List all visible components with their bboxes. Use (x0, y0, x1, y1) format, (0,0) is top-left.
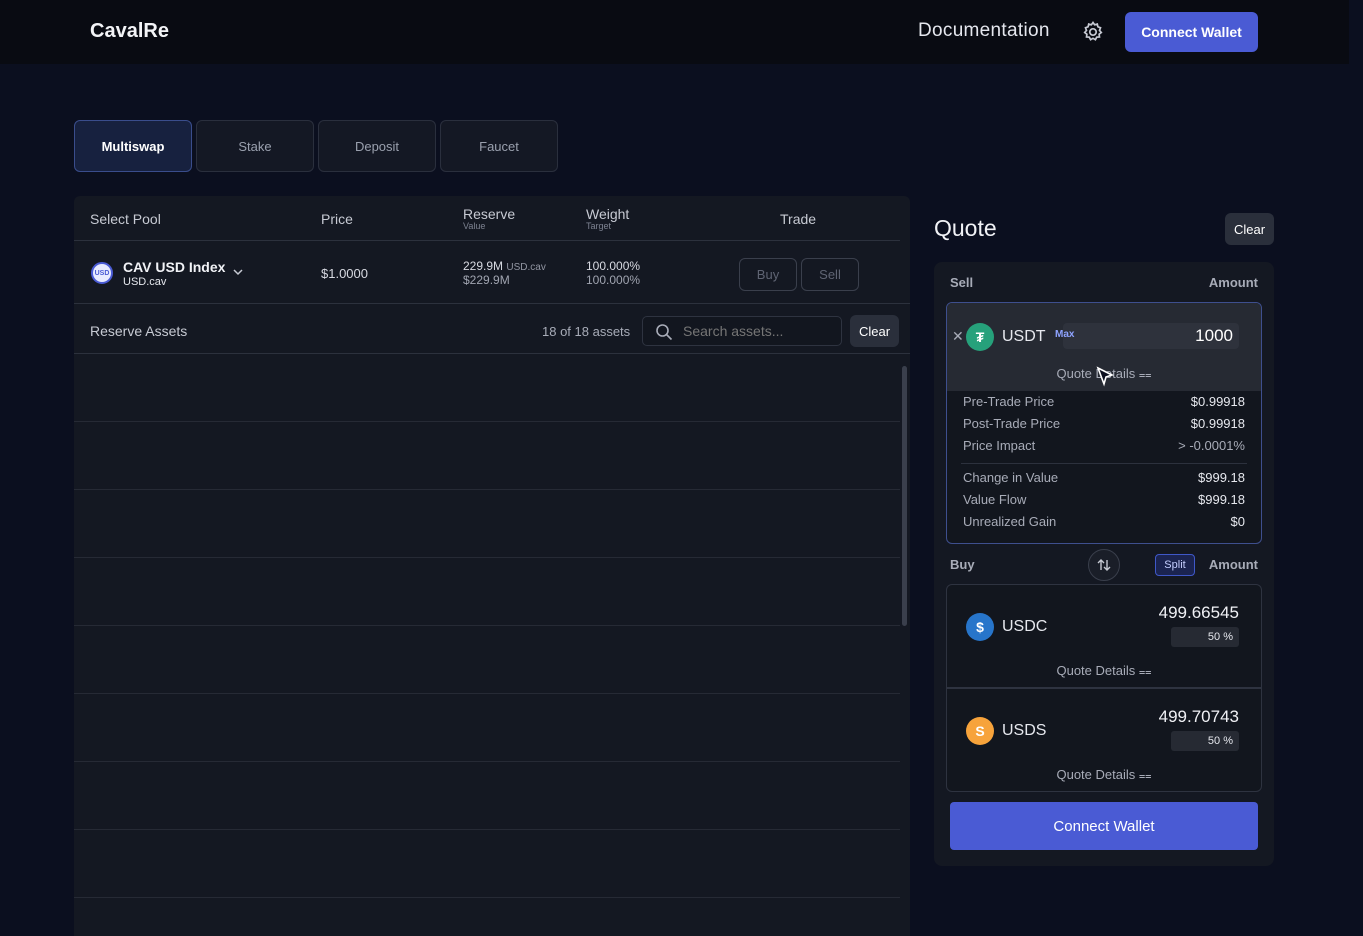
value-flow-row: Value Flow $999.18 (963, 492, 1245, 507)
search-assets-input[interactable] (683, 322, 833, 340)
pool-reserve: 229.9M USD.cav (463, 259, 546, 273)
asset-row (74, 694, 900, 762)
usds-icon: S (966, 717, 994, 745)
buy-amount-usdc: 499.66545 (1158, 603, 1239, 622)
tab-deposit[interactable]: Deposit (318, 120, 436, 172)
tether-icon: ₮ (966, 323, 994, 351)
asset-row (74, 626, 900, 694)
asset-row (74, 422, 900, 490)
documentation-link[interactable]: Documentation (918, 20, 1050, 42)
coin-icon (90, 370, 126, 406)
reserve-assets-bar: Reserve Assets 18 of 18 assets Clear (74, 308, 910, 354)
scroll-thumb[interactable] (902, 366, 907, 626)
coin-icon (90, 642, 126, 678)
pool-buy-button[interactable]: Buy (739, 258, 797, 291)
change-in-value-row: Change in Value $999.18 (963, 470, 1245, 485)
coin-icon (90, 438, 126, 474)
chevron-down-icon[interactable] (232, 266, 244, 278)
buy-label: Buy (950, 557, 975, 572)
app-logo[interactable]: CavalRe (90, 20, 169, 43)
pool-price: $1.0000 (321, 266, 368, 281)
usd-cav-icon: USD (91, 262, 113, 284)
usdc-icon: $ (966, 613, 994, 641)
split-button[interactable]: Split (1155, 554, 1195, 576)
buy-token-usds[interactable]: USDS (1002, 722, 1046, 740)
asset-row (74, 898, 900, 936)
top-header: CavalRe Documentation Connect Wallet (0, 0, 1363, 64)
pool-panel: Select Pool Price Reserve Value Weight Tar… (74, 196, 910, 936)
swap-direction-button[interactable] (1088, 549, 1120, 581)
pool-table-header: Select Pool Price Reserve Value Weight Tar… (74, 196, 900, 241)
coin-icon (90, 710, 126, 746)
sell-token-name[interactable]: USDT (1002, 328, 1046, 346)
split-percent-usds[interactable]: 50 % (1171, 731, 1239, 751)
usdc-quote-details-toggle[interactable]: Quote Details ⩵ (947, 663, 1261, 679)
page-scrollbar[interactable] (1349, 0, 1363, 936)
pool-reserve-value: $229.9M (463, 273, 510, 287)
coin-icon (90, 506, 126, 542)
asset-row (74, 354, 900, 422)
asset-row (74, 490, 900, 558)
pool-weight: 100.000% (586, 259, 641, 273)
sort-icon: ⩵ (1138, 666, 1152, 678)
search-assets-field[interactable] (642, 316, 842, 346)
post-trade-price-row: Post-Trade Price $0.99918 (963, 416, 1245, 431)
asset-row (74, 830, 900, 898)
unrealized-gain-row: Unrealized Gain $0 (963, 514, 1245, 529)
close-icon[interactable]: ✕ (952, 328, 964, 345)
buy-amount-label: Amount (1208, 557, 1258, 572)
sell-amount-label: Amount (1208, 275, 1258, 290)
buy-amount-usds: 499.70743 (1158, 707, 1239, 726)
coin-icon (90, 778, 126, 814)
coin-icon (90, 846, 126, 882)
coin-icon (90, 914, 126, 936)
split-percent-usdc[interactable]: 50 % (1171, 627, 1239, 647)
connect-wallet-submit-button[interactable]: Connect Wallet (950, 802, 1258, 850)
asset-count: 18 of 18 assets (542, 324, 631, 339)
buy-card-usds: S USDS 499.70743 50 % Quote Details ⩵ (946, 688, 1262, 792)
asset-list-scrollbar[interactable] (902, 358, 908, 936)
main-tabs: Multiswap Stake Deposit Faucet (74, 120, 558, 172)
gear-icon[interactable] (1081, 20, 1105, 44)
sort-icon: ⩵ (1138, 369, 1152, 381)
sell-card: ✕ ₮ USDT 1000 Max Quote Details ⩵ Pre-Tr… (946, 302, 1262, 544)
quote-clear-button[interactable]: Clear (1225, 213, 1274, 245)
trade-header: Trade (780, 211, 817, 227)
quote-panel: Sell Amount ✕ ₮ USDT 1000 Max Quote Deta… (934, 262, 1274, 866)
asset-row (74, 558, 900, 626)
reserve-header: Reserve Value (463, 206, 516, 231)
pre-trade-price-row: Pre-Trade Price $0.99918 (963, 394, 1245, 409)
price-header: Price (321, 211, 353, 227)
connect-wallet-button[interactable]: Connect Wallet (1125, 12, 1258, 52)
tab-multiswap[interactable]: Multiswap (74, 120, 192, 172)
pool-sell-button[interactable]: Sell (801, 258, 859, 291)
sell-amount-input[interactable]: 1000 (1063, 323, 1239, 349)
max-button[interactable]: Max (1055, 329, 1074, 340)
usds-quote-details-toggle[interactable]: Quote Details ⩵ (947, 767, 1261, 783)
clear-search-button[interactable]: Clear (850, 315, 899, 347)
pool-symbol: USD.cav (123, 276, 167, 288)
buy-card-usdc: $ USDC 499.66545 50 % Quote Details ⩵ (946, 584, 1262, 688)
pool-target: 100.000% (586, 273, 641, 287)
select-pool-header: Select Pool (90, 211, 161, 227)
weight-header: Weight Target (586, 206, 630, 231)
sell-label: Sell (950, 275, 974, 290)
tab-faucet[interactable]: Faucet (440, 120, 558, 172)
sort-icon: ⩵ (1138, 770, 1152, 782)
coin-icon (90, 574, 126, 610)
reserve-assets-label: Reserve Assets (90, 323, 188, 339)
swap-arrows-icon (1097, 559, 1111, 571)
asset-row (74, 762, 900, 830)
search-icon (656, 324, 673, 341)
details-divider (961, 463, 1247, 464)
mouse-cursor-icon (1096, 366, 1115, 387)
pool-selector-row[interactable]: USD CAV USD Index USD.cav $1.0000 229.9M… (74, 242, 910, 304)
tab-stake[interactable]: Stake (196, 120, 314, 172)
pool-name: CAV USD Index (123, 259, 226, 275)
quote-title: Quote (934, 215, 997, 241)
buy-token-usdc[interactable]: USDC (1002, 618, 1047, 636)
price-impact-row: Price Impact > -0.0001% (963, 438, 1245, 453)
